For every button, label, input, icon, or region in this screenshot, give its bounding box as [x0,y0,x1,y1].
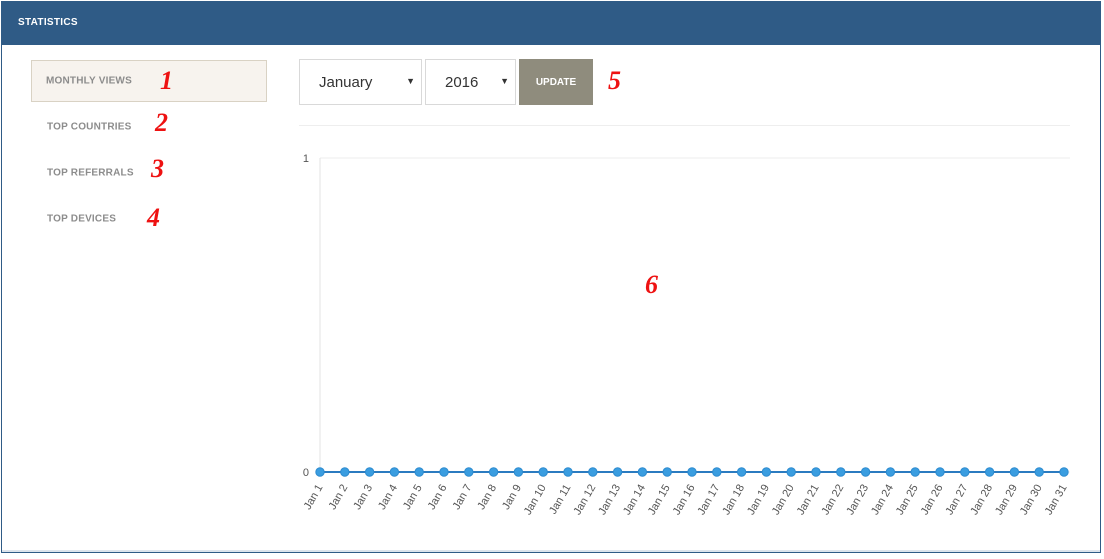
data-point [588,467,598,477]
data-point [960,467,970,477]
data-point [910,467,920,477]
data-point [736,467,747,477]
data-point [687,467,697,477]
data-point [786,467,796,477]
data-point [811,467,821,477]
x-tick-label: Jan 19 [745,483,772,518]
data-point [513,467,524,477]
data-point [885,467,896,477]
x-tick-label: Jan 5 [401,483,425,512]
x-tick-label: Jan 9 [500,483,524,512]
data-point [538,467,548,477]
x-tick-label: Jan 29 [993,483,1020,518]
x-tick-label: Jan 28 [968,483,995,518]
data-point [464,467,474,477]
data-point [315,467,325,477]
x-tick-label: Jan 27 [943,483,970,518]
x-tick-label: Jan 18 [720,483,747,518]
data-point [563,467,573,477]
x-tick-label: Jan 6 [426,483,450,512]
x-tick-label: Jan 11 [547,483,574,517]
x-tick-label: Jan 3 [351,483,375,512]
x-tick-label: Jan 8 [475,482,499,511]
x-tick-label: Jan 22 [819,483,846,518]
x-tick-label: Jan 26 [919,483,946,518]
x-tick-label: Jan 7 [451,483,475,512]
data-point [364,467,375,477]
data-point [389,467,400,477]
x-tick-label: Jan 13 [596,483,623,518]
y-tick-label: 0 [303,467,309,479]
data-point [662,467,672,477]
data-point [1059,467,1069,477]
x-tick-label: Jan 4 [376,483,400,512]
data-point [984,467,995,477]
data-point [414,467,424,477]
data-point [1034,467,1044,477]
x-tick-label: Jan 24 [869,483,896,518]
x-tick-label: Jan 31 [1043,483,1070,518]
x-tick-label: Jan 2 [327,483,351,512]
data-point [612,467,623,477]
x-tick-label: Jan 20 [770,483,797,518]
x-tick-label: Jan 1 [302,483,326,512]
x-tick-label: Jan 23 [844,483,871,518]
data-point [488,467,499,477]
data-point [340,467,350,477]
data-point [712,467,722,477]
x-tick-label: Jan 15 [646,483,673,518]
x-tick-label: Jan 17 [695,483,722,518]
data-point [836,467,846,477]
data-point [860,467,871,477]
monthly-views-chart: 01Jan 1 Jan 2 Jan 3 Jan 4 Jan 5 Jan 6 Jan 7 Jan… [302,153,1070,518]
x-tick-label: Jan 21 [795,483,822,518]
data-point [637,467,648,477]
x-tick-label: Jan 30 [1018,483,1045,518]
y-tick-label: 1 [303,153,309,165]
data-point [761,467,772,477]
data-point [935,467,945,477]
data-point [1009,467,1020,477]
x-tick-label: Jan 16 [671,483,698,518]
x-tick-label: Jan 10 [522,483,549,518]
data-point [439,467,449,477]
x-tick-label: Jan 25 [894,483,921,518]
x-tick-label: Jan 14 [621,483,648,518]
x-tick-label: Jan 12 [571,483,598,518]
